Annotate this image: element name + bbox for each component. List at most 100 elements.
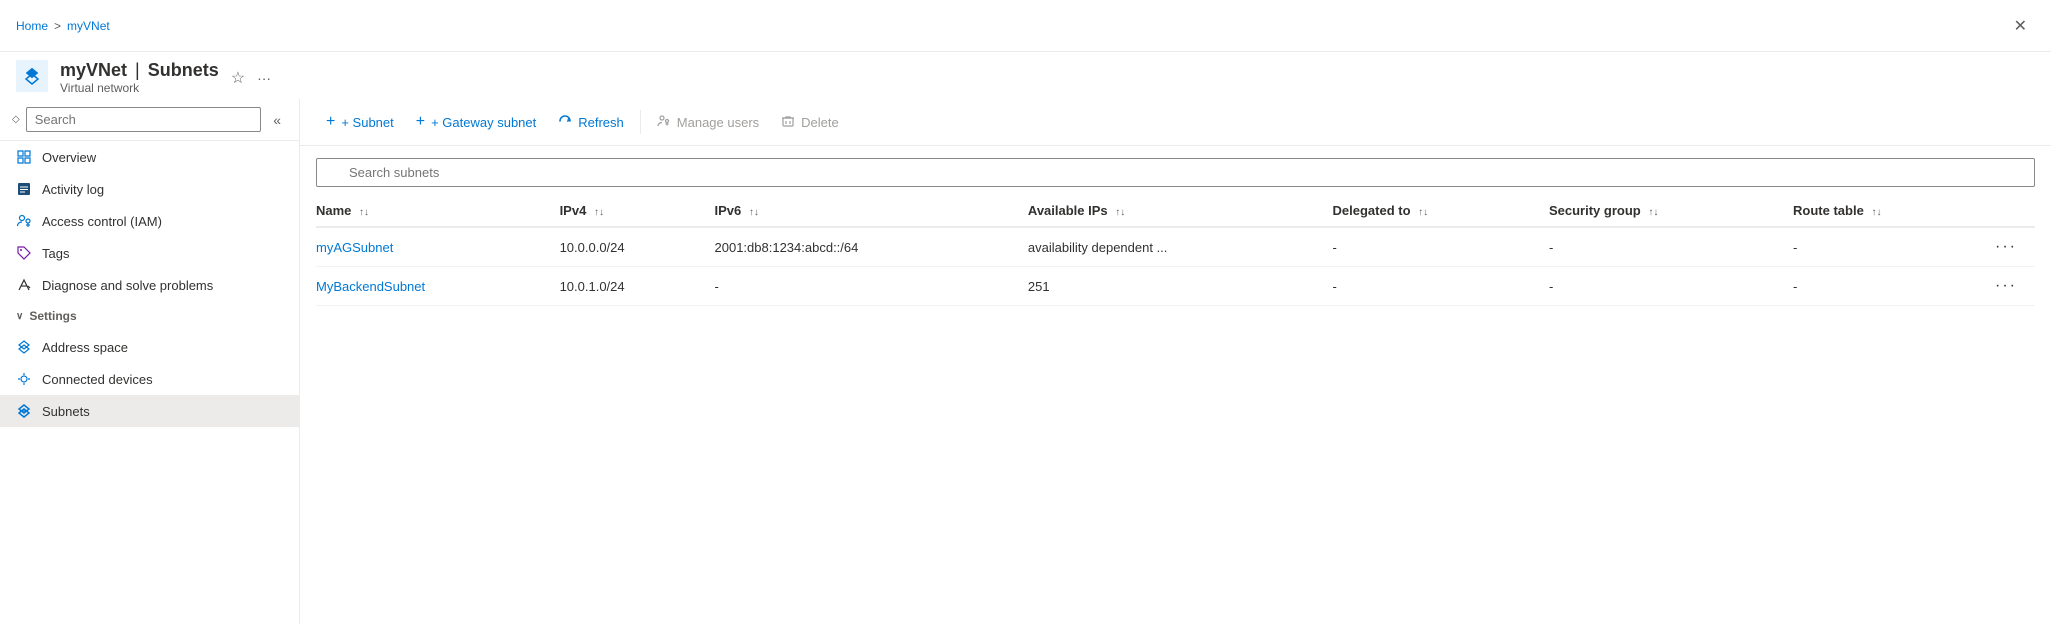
table-row: myAGSubnet 10.0.0.0/24 2001:db8:1234:abc… bbox=[316, 227, 2035, 267]
more-options-header-button[interactable]: ··· bbox=[257, 70, 271, 86]
sort-delegated-icon[interactable]: ↑↓ bbox=[1418, 207, 1428, 218]
add-gateway-icon: + bbox=[416, 113, 425, 131]
cell-security-1: - bbox=[1549, 267, 1793, 306]
resource-section: Subnets bbox=[148, 60, 219, 81]
col-actions bbox=[1995, 195, 2035, 227]
toolbar: + + Subnet + + Gateway subnet Refresh bbox=[300, 99, 2051, 146]
resource-title-group: myVNet | Subnets Virtual network bbox=[60, 60, 219, 95]
breadcrumb-current[interactable]: myVNet bbox=[67, 19, 110, 33]
sidebar: ◇ « Overview Activity log bbox=[0, 99, 300, 624]
refresh-button[interactable]: Refresh bbox=[548, 108, 634, 137]
sidebar-item-tags[interactable]: Tags bbox=[0, 237, 299, 269]
address-space-icon bbox=[16, 339, 32, 355]
refresh-icon bbox=[558, 114, 572, 131]
table-body: myAGSubnet 10.0.0.0/24 2001:db8:1234:abc… bbox=[316, 227, 2035, 306]
activity-log-icon bbox=[16, 181, 32, 197]
delete-icon bbox=[781, 114, 795, 131]
col-security-group[interactable]: Security group ↑↓ bbox=[1549, 195, 1793, 227]
settings-chevron-icon: ∨ bbox=[16, 311, 23, 322]
cell-security-0: - bbox=[1549, 227, 1793, 267]
delete-button[interactable]: Delete bbox=[771, 108, 849, 137]
sort-ipv4-icon[interactable]: ↑↓ bbox=[594, 207, 604, 218]
sort-route-icon[interactable]: ↑↓ bbox=[1871, 207, 1881, 218]
sidebar-nav: Overview Activity log Access control (IA… bbox=[0, 141, 299, 616]
cell-actions-0[interactable]: ··· bbox=[1995, 227, 2035, 267]
breadcrumb-home[interactable]: Home bbox=[16, 19, 48, 33]
diamond-icon: ◇ bbox=[12, 114, 20, 125]
content-area: + + Subnet + + Gateway subnet Refresh bbox=[300, 99, 2051, 624]
subnets-table-container: Name ↑↓ IPv4 ↑↓ IPv6 ↑↓ bbox=[300, 195, 2051, 624]
cell-delegated-0: - bbox=[1333, 227, 1549, 267]
sidebar-item-activity-log[interactable]: Activity log bbox=[0, 173, 299, 205]
search-bar-container bbox=[300, 146, 2051, 195]
sidebar-item-overview[interactable]: Overview bbox=[0, 141, 299, 173]
sidebar-item-access-control[interactable]: Access control (IAM) bbox=[0, 205, 299, 237]
manage-users-label: Manage users bbox=[677, 115, 759, 130]
sidebar-item-connected-devices-label: Connected devices bbox=[42, 372, 153, 387]
sidebar-search-container: ◇ « bbox=[0, 99, 299, 141]
connected-devices-icon bbox=[16, 371, 32, 387]
collapse-button[interactable]: « bbox=[267, 110, 287, 130]
add-gateway-subnet-button[interactable]: + + Gateway subnet bbox=[406, 107, 547, 137]
resource-title: myVNet | Subnets bbox=[60, 60, 219, 81]
settings-section-label: Settings bbox=[29, 309, 76, 323]
resource-header: myVNet | Subnets Virtual network ☆ ··· bbox=[0, 52, 2051, 99]
sidebar-item-diagnose-label: Diagnose and solve problems bbox=[42, 278, 213, 293]
top-bar: Home > myVNet ✕ bbox=[0, 0, 2051, 52]
sort-available-icon[interactable]: ↑↓ bbox=[1115, 207, 1125, 218]
main-layout: ◇ « Overview Activity log bbox=[0, 99, 2051, 624]
tags-icon bbox=[16, 245, 32, 261]
col-route-table[interactable]: Route table ↑↓ bbox=[1793, 195, 1995, 227]
refresh-label: Refresh bbox=[578, 115, 624, 130]
subnet-search-input[interactable] bbox=[316, 158, 2035, 187]
add-subnet-icon: + bbox=[326, 113, 335, 131]
subnet-name-link-1[interactable]: MyBackendSubnet bbox=[316, 279, 425, 294]
diagnose-icon bbox=[16, 277, 32, 293]
cell-available-ips-1: 251 bbox=[1028, 267, 1333, 306]
sidebar-item-subnets[interactable]: Subnets bbox=[0, 395, 299, 427]
table-row: MyBackendSubnet 10.0.1.0/24 - 251 - - - … bbox=[316, 267, 2035, 306]
cell-ipv6-1: - bbox=[715, 267, 1028, 306]
col-name[interactable]: Name ↑↓ bbox=[316, 195, 560, 227]
sidebar-item-diagnose[interactable]: Diagnose and solve problems bbox=[0, 269, 299, 301]
col-ipv4[interactable]: IPv4 ↑↓ bbox=[560, 195, 715, 227]
cell-actions-1[interactable]: ··· bbox=[1995, 267, 2035, 306]
subnets-table: Name ↑↓ IPv4 ↑↓ IPv6 ↑↓ bbox=[316, 195, 2035, 306]
favorite-button[interactable]: ☆ bbox=[231, 68, 245, 88]
resource-icon bbox=[16, 60, 48, 95]
sort-ipv6-icon[interactable]: ↑↓ bbox=[749, 207, 759, 218]
sort-security-icon[interactable]: ↑↓ bbox=[1648, 207, 1658, 218]
settings-section-header[interactable]: ∨ Settings bbox=[0, 301, 299, 331]
cell-available-ips-0: availability dependent ... bbox=[1028, 227, 1333, 267]
sidebar-item-address-space[interactable]: Address space bbox=[0, 331, 299, 363]
cell-delegated-1: - bbox=[1333, 267, 1549, 306]
search-wrapper bbox=[316, 158, 2035, 187]
resource-name: myVNet bbox=[60, 60, 127, 81]
access-control-icon bbox=[16, 213, 32, 229]
cell-ipv6-0: 2001:db8:1234:abcd::/64 bbox=[715, 227, 1028, 267]
title-separator: | bbox=[135, 60, 140, 81]
cell-ipv4-1: 10.0.1.0/24 bbox=[560, 267, 715, 306]
add-gateway-label: + Gateway subnet bbox=[431, 115, 536, 130]
sidebar-item-connected-devices[interactable]: Connected devices bbox=[0, 363, 299, 395]
row-more-options-0[interactable]: ··· bbox=[1995, 238, 2017, 255]
add-subnet-button[interactable]: + + Subnet bbox=[316, 107, 404, 137]
row-more-options-1[interactable]: ··· bbox=[1995, 277, 2017, 294]
breadcrumb: Home > myVNet bbox=[16, 19, 110, 33]
sidebar-item-subnets-label: Subnets bbox=[42, 404, 90, 419]
add-subnet-label: + Subnet bbox=[341, 115, 393, 130]
overview-icon bbox=[16, 149, 32, 165]
col-ipv6[interactable]: IPv6 ↑↓ bbox=[715, 195, 1028, 227]
subnet-name-link-0[interactable]: myAGSubnet bbox=[316, 240, 393, 255]
manage-users-icon bbox=[657, 114, 671, 131]
manage-users-button[interactable]: Manage users bbox=[647, 108, 769, 137]
sidebar-item-tags-label: Tags bbox=[42, 246, 69, 261]
col-available-ips[interactable]: Available IPs ↑↓ bbox=[1028, 195, 1333, 227]
delete-label: Delete bbox=[801, 115, 839, 130]
search-input[interactable] bbox=[26, 107, 262, 132]
close-button[interactable]: ✕ bbox=[2006, 12, 2035, 40]
cell-route-0: - bbox=[1793, 227, 1995, 267]
sidebar-item-access-control-label: Access control (IAM) bbox=[42, 214, 162, 229]
sort-name-icon[interactable]: ↑↓ bbox=[359, 207, 369, 218]
col-delegated-to[interactable]: Delegated to ↑↓ bbox=[1333, 195, 1549, 227]
